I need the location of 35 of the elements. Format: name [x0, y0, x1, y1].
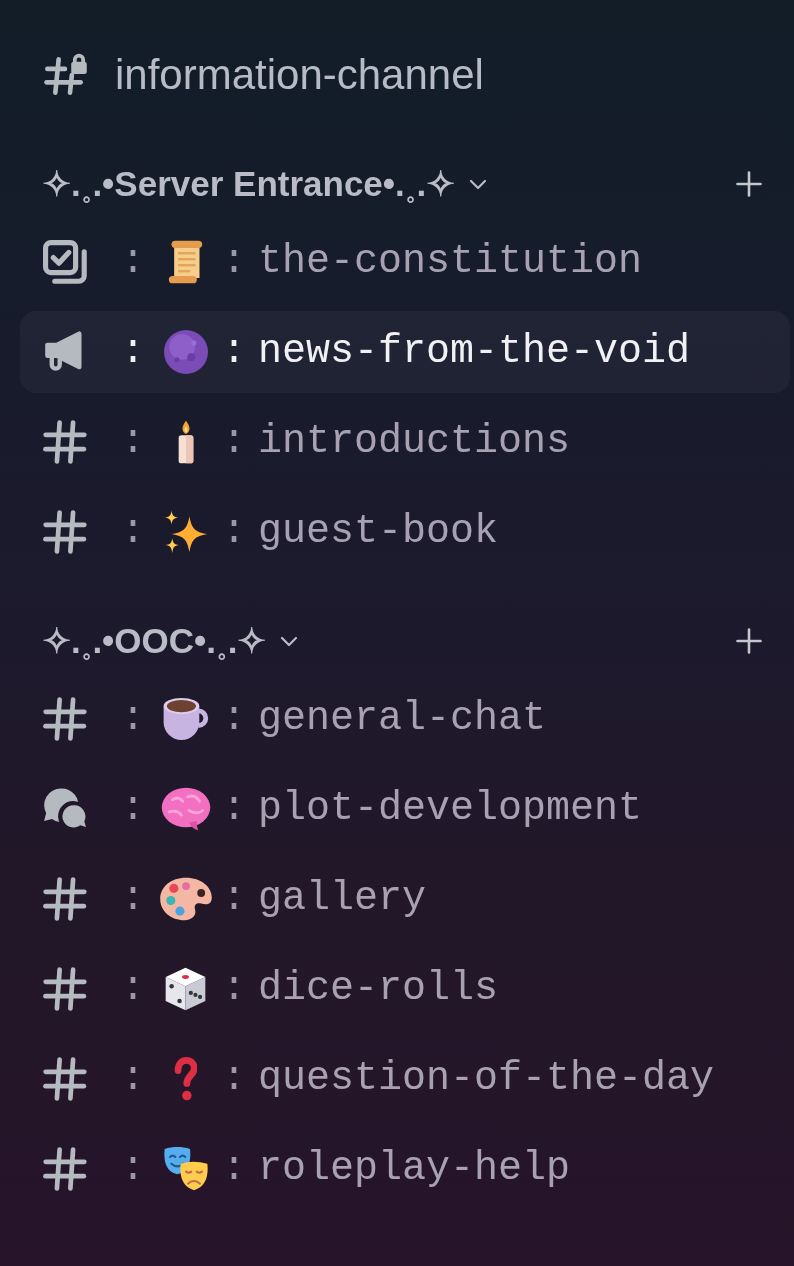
plus-icon[interactable] [736, 171, 762, 197]
hash-icon [43, 420, 87, 464]
speech-bubbles-icon [43, 787, 87, 831]
brain-icon [160, 787, 211, 831]
category-title[interactable]: ✧.˳.•Server Entrance•.˳.✧ [42, 163, 456, 205]
hash-icon [43, 1057, 87, 1101]
channel-item[interactable]: : : introductions [20, 401, 790, 483]
channel-item[interactable]: information-channel [20, 34, 790, 116]
hash-icon [43, 877, 87, 921]
question-mark-icon [174, 1057, 197, 1101]
hash-icon [43, 510, 87, 554]
channel-item[interactable]: : : general-chat [20, 678, 790, 760]
orb-icon [163, 330, 208, 374]
checked-box-icon [43, 240, 87, 284]
channel-item[interactable]: : : dice-rolls [20, 948, 790, 1030]
channel-item[interactable]: : : plot-development [20, 768, 790, 850]
palette-icon [159, 877, 212, 921]
coffee-cup-icon [162, 697, 209, 741]
hash-lock-icon [44, 53, 88, 97]
category-title[interactable]: ✧.˳.•OOC•.˳.✧ [42, 620, 267, 662]
channel-item[interactable]: : : guest-book [20, 491, 790, 573]
theater-masks-icon [163, 1147, 208, 1191]
channel-item[interactable]: : : question-of-the-day [20, 1038, 790, 1120]
channel-item[interactable]: : : gallery [20, 858, 790, 940]
channel-item[interactable]: : : roleplay-help [20, 1128, 790, 1210]
scroll-icon [168, 240, 203, 284]
hash-icon [43, 967, 87, 1011]
plus-icon[interactable] [736, 628, 762, 654]
channel-item[interactable]: : : the-constitution [20, 221, 790, 303]
sparkles-icon [163, 510, 208, 554]
die-icon [165, 967, 206, 1011]
hash-icon [43, 697, 87, 741]
hash-icon [43, 1147, 87, 1191]
channel-item[interactable]: : : news-from-the-void [20, 311, 790, 393]
candle-icon [177, 420, 194, 464]
